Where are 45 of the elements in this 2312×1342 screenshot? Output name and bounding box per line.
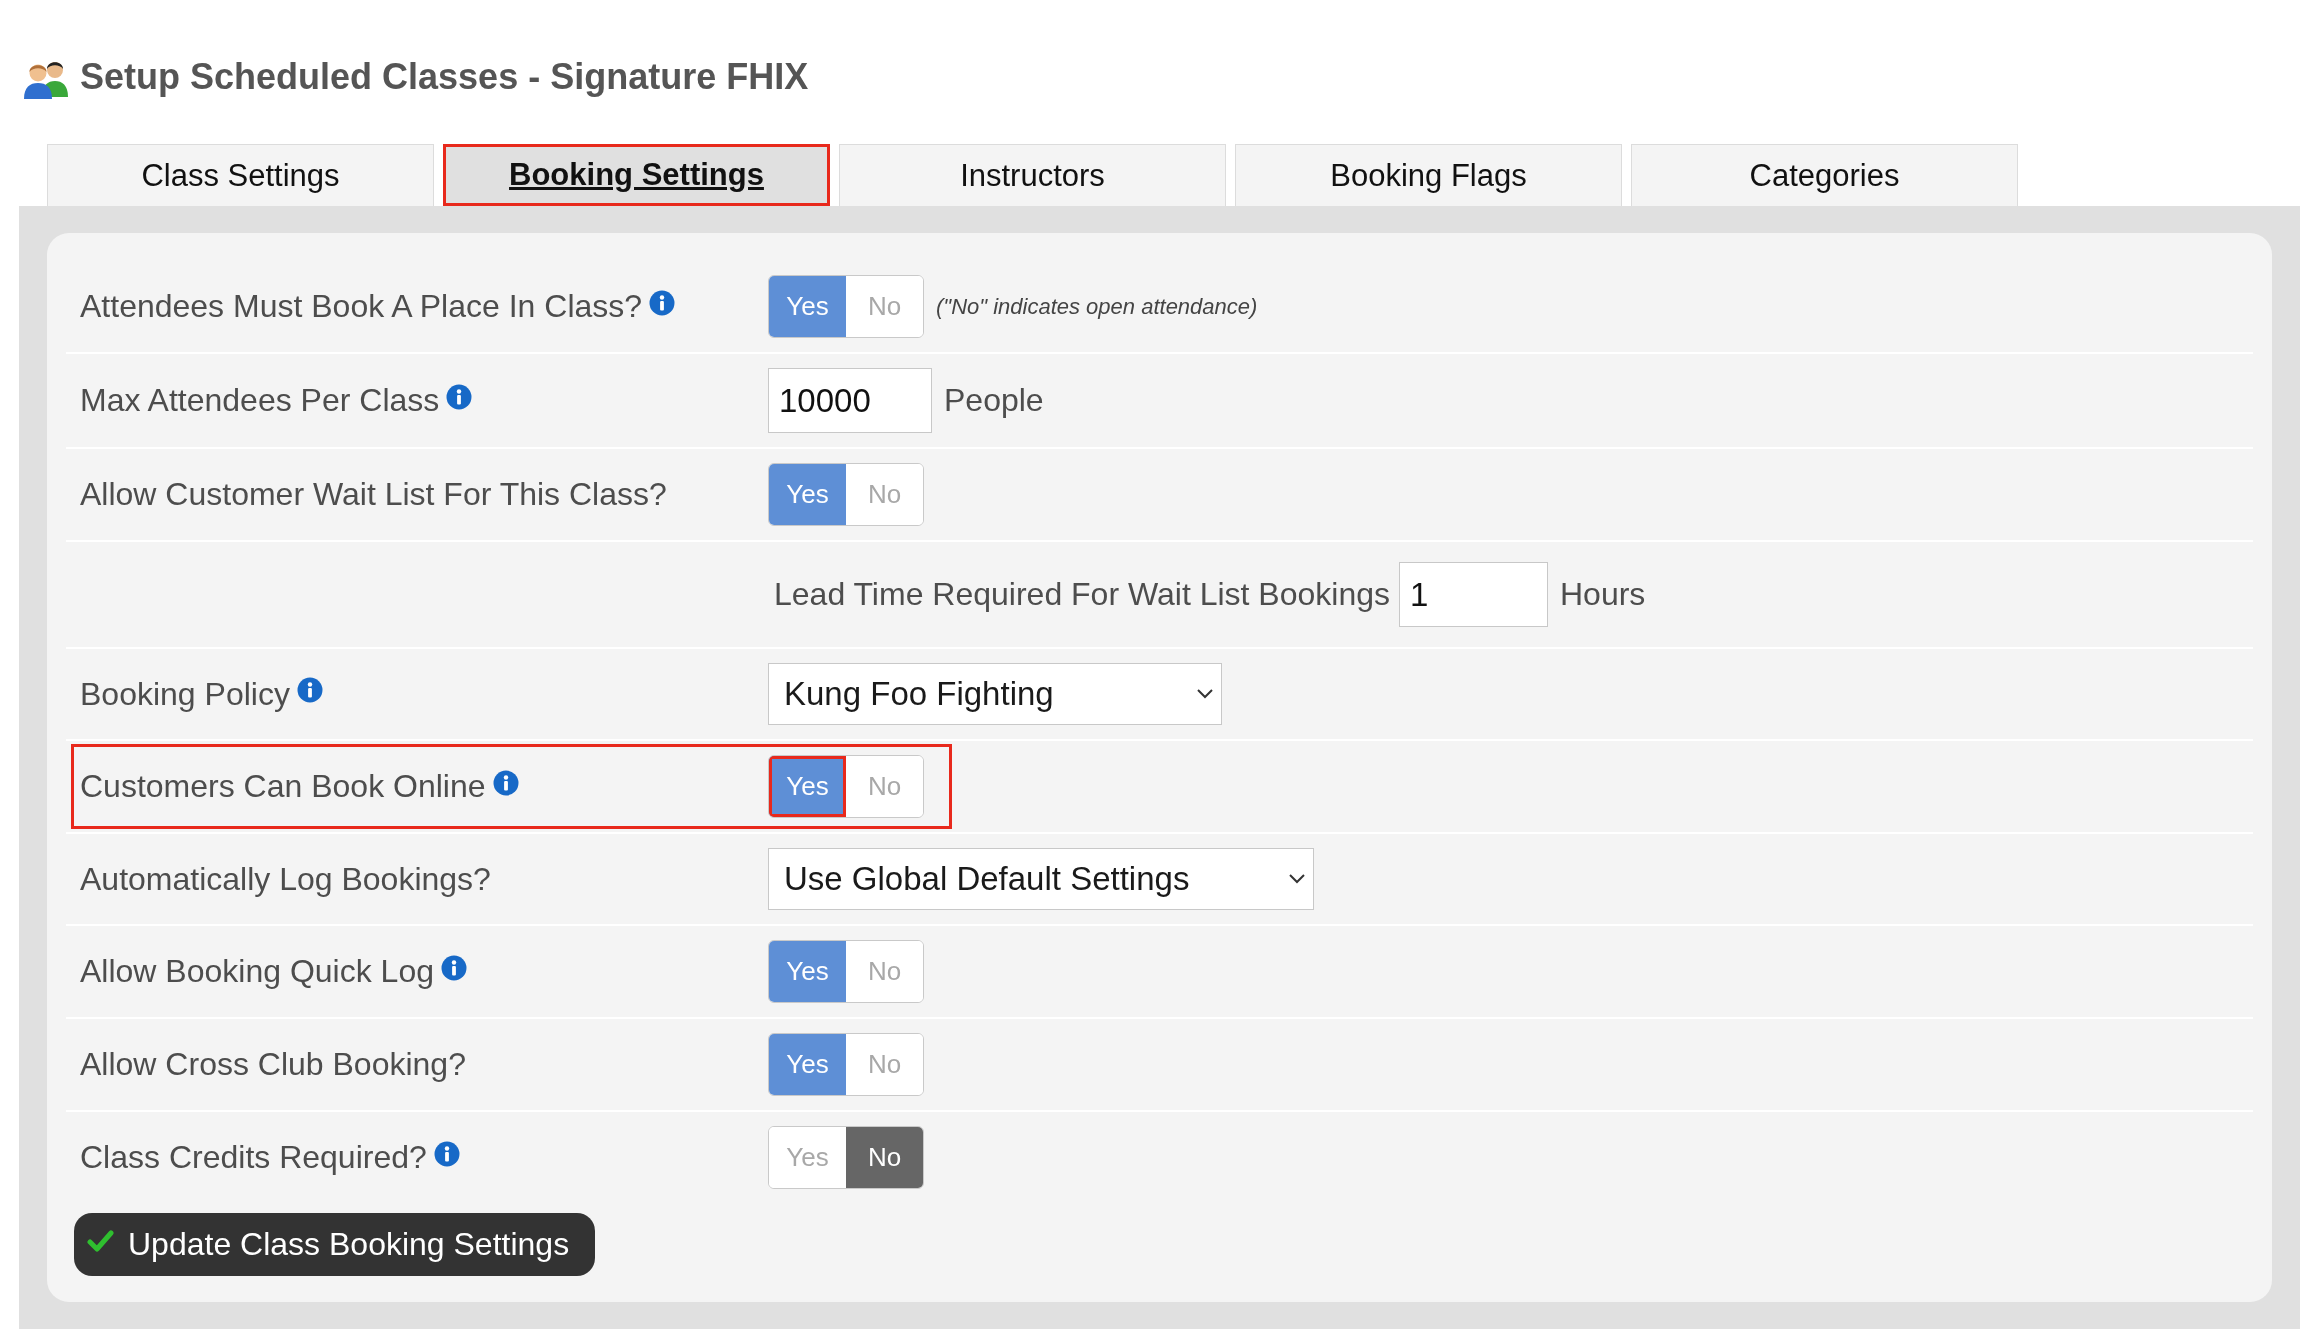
yes-no-toggle[interactable]: Yes No [768,1126,924,1189]
toggle-option[interactable]: Yes [769,1034,846,1095]
setting-label: Allow Customer Wait List For This Class? [80,476,667,513]
tab[interactable]: Categories [1631,144,2018,206]
number-field[interactable]: 1 [1399,562,1548,627]
info-icon[interactable] [446,383,473,410]
yes-no-toggle[interactable]: Yes No [768,463,924,526]
toggle-option[interactable]: No [846,1127,923,1188]
chevron-down-icon [1197,689,1213,699]
toggle-option[interactable]: Yes [769,464,846,525]
setting-label: Lead Time Required For Wait List Bookings [774,576,1390,613]
note-text: ("No" indicates open attendance) [936,293,1258,320]
check-icon [86,1228,114,1253]
dropdown[interactable]: Kung Foo Fighting [768,663,1222,725]
toggle-option[interactable]: Yes [769,756,846,817]
setting-label: Class Credits Required? [80,1139,427,1176]
unit-label: Hours [1560,576,1646,613]
yes-no-toggle[interactable]: Yes No [768,755,924,818]
info-icon[interactable] [433,1140,460,1167]
info-icon[interactable] [649,289,676,316]
info-icon[interactable] [492,769,519,796]
tab[interactable]: Instructors [839,144,1226,206]
toggle-option[interactable]: Yes [769,276,846,337]
tab[interactable]: Booking Flags [1235,144,1622,206]
tab[interactable]: Booking Settings [443,144,830,206]
number-field[interactable]: 10000 [768,368,932,433]
setting-label: Customers Can Book Online [80,768,486,805]
yes-no-toggle[interactable]: Yes No [768,940,924,1003]
yes-no-toggle[interactable]: Yes No [768,275,924,338]
tab[interactable]: Class Settings [47,144,434,206]
yes-no-toggle[interactable]: Yes No [768,1033,924,1096]
dropdown[interactable]: Use Global Default Settings [768,848,1315,910]
toggle-option[interactable]: Yes [769,941,846,1002]
info-icon[interactable] [296,677,323,703]
update-button[interactable]: Update Class Booking Settings [74,1213,596,1276]
setting-label: Attendees Must Book A Place In Class? [80,288,643,325]
setting-label: Allow Booking Quick Log [80,953,434,990]
setting-label: Max Attendees Per Class [80,382,440,419]
unit-label: People [944,382,1044,419]
setting-label: Booking Policy [80,675,290,713]
setting-label: Automatically Log Bookings? [80,860,491,898]
info-icon[interactable] [440,954,467,981]
page-title: Setup Scheduled Classes - Signature FHIX [80,56,809,98]
setting-label: Allow Cross Club Booking? [80,1046,466,1083]
chevron-down-icon [1289,874,1306,884]
